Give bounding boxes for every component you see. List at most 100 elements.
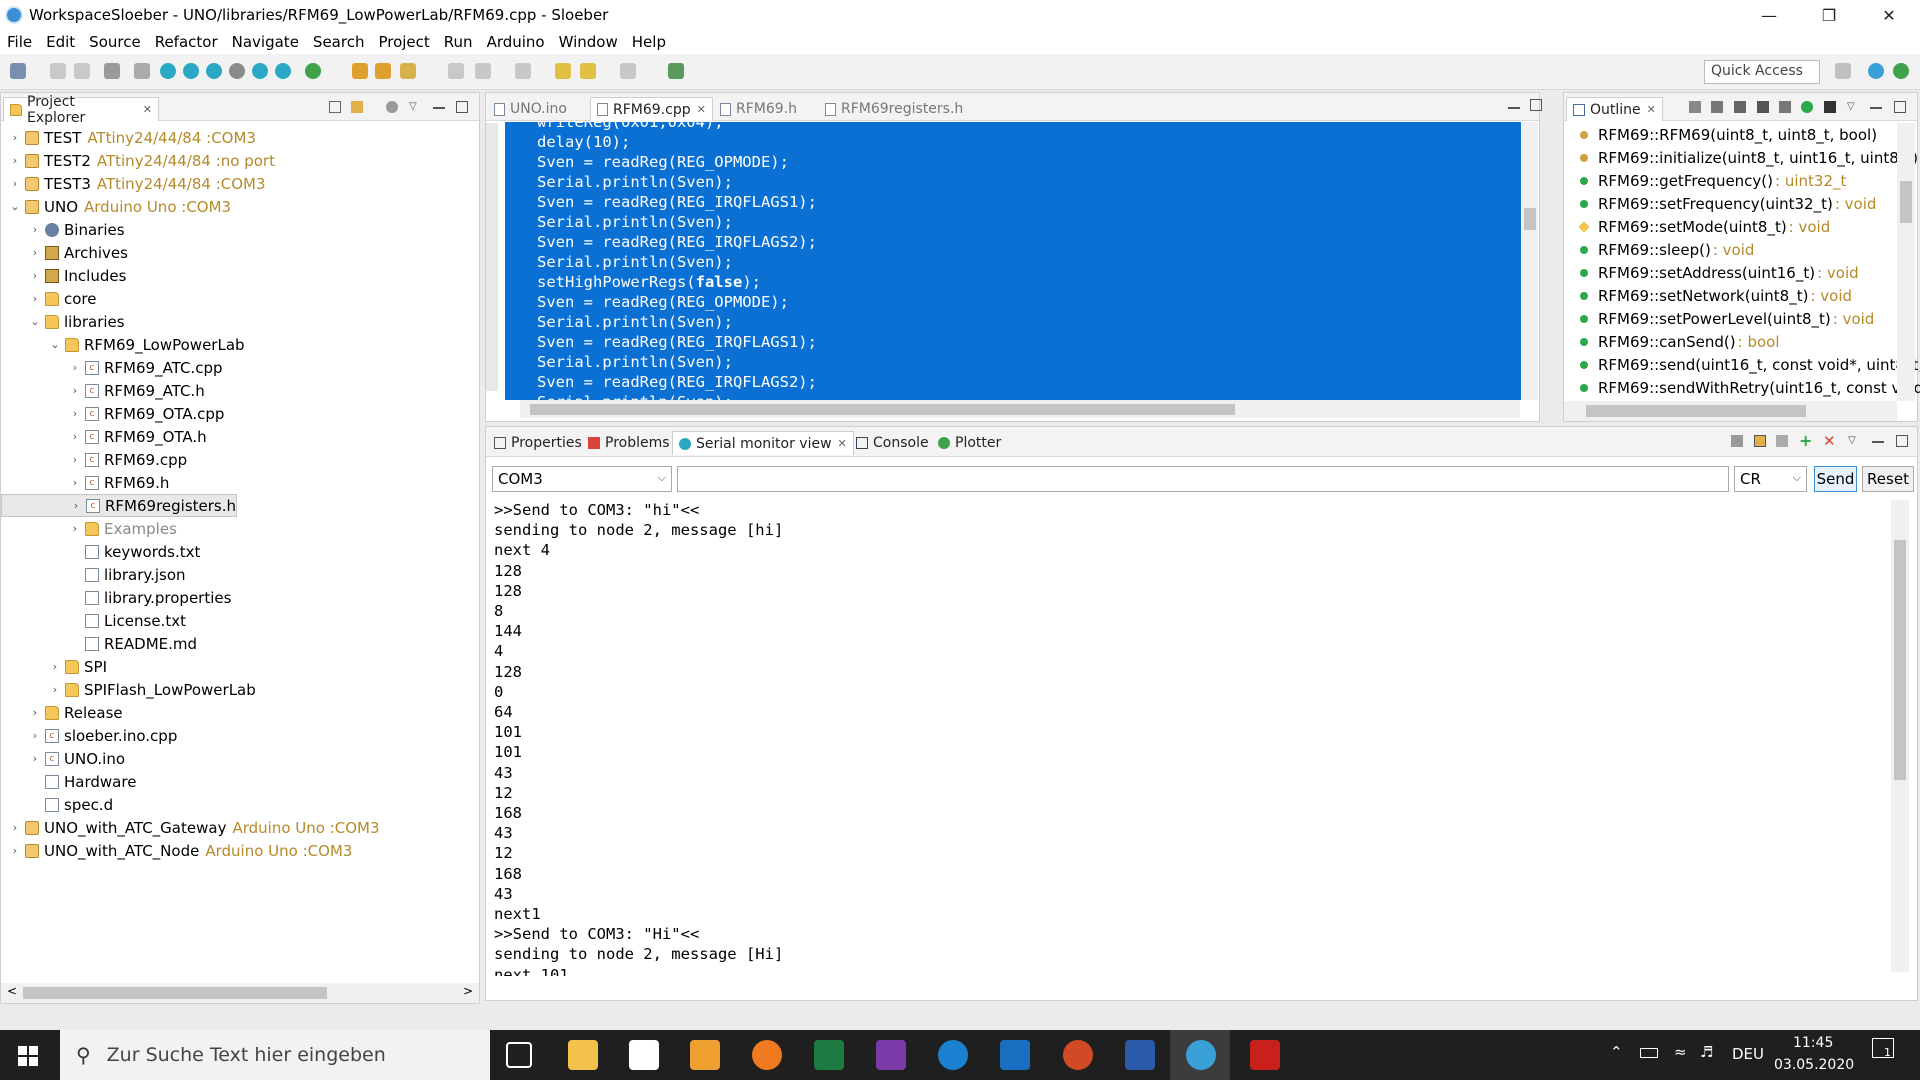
archives-folder[interactable]: › Archives	[1, 241, 128, 264]
view-menu-icon[interactable]: ▽	[1847, 101, 1859, 113]
menu-source[interactable]: Source	[82, 33, 148, 51]
clock-time[interactable]: 11:45	[1793, 1035, 1833, 1051]
save-icon[interactable]	[50, 63, 66, 79]
hide-fields-icon[interactable]	[1711, 101, 1723, 113]
file-readme-md[interactable]: README.md	[1, 632, 197, 655]
spi-folder[interactable]: › SPI	[1, 655, 107, 678]
maximize-view-icon[interactable]	[456, 101, 468, 113]
file-hardware[interactable]: Hardware	[1, 770, 136, 793]
minimize-view-icon[interactable]	[1872, 435, 1884, 443]
release-folder[interactable]: › Release	[1, 701, 123, 724]
examples-folder[interactable]: › Examples	[1, 517, 177, 540]
view-menu-icon[interactable]: ▽	[1848, 435, 1860, 447]
restore-button[interactable]: ❐	[1800, 0, 1858, 30]
spiflash-folder[interactable]: › SPIFlash_LowPowerLab	[1, 678, 256, 701]
tab-properties[interactable]: Properties	[488, 431, 588, 455]
quick-access-field[interactable]: Quick Access	[1704, 60, 1820, 84]
file-rfm69-ota-cpp[interactable]: › c RFM69_OTA.cpp	[1, 402, 225, 425]
onenote-icon[interactable]	[876, 1040, 906, 1070]
save-all-icon[interactable]	[74, 63, 90, 79]
menu-edit[interactable]: Edit	[39, 33, 82, 51]
core-folder[interactable]: › core	[1, 287, 97, 310]
outline-item[interactable]: RFM69::setNetwork(uint8_t): void	[1580, 284, 1852, 307]
sort-icon[interactable]	[1689, 101, 1701, 113]
annotation-icon[interactable]	[448, 63, 464, 79]
upload-icon[interactable]	[183, 63, 199, 79]
outline-hscrollbar[interactable]	[1564, 401, 1897, 421]
battery-icon[interactable]	[1640, 1048, 1658, 1058]
file-uno-ino[interactable]: › c UNO.ino	[1, 747, 125, 770]
tree-hscrollbar[interactable]: < >	[1, 983, 479, 1003]
minimize-button[interactable]: —	[1740, 0, 1798, 30]
debug-perspective-icon[interactable]	[1893, 63, 1909, 79]
tab-serial-monitor[interactable]: Serial monitor view ✕	[672, 431, 854, 455]
open-folder-icon[interactable]	[352, 63, 368, 79]
back-icon[interactable]	[580, 63, 596, 79]
menu-search[interactable]: Search	[306, 33, 372, 51]
debug-icon[interactable]	[305, 63, 321, 79]
file-keywords-txt[interactable]: keywords.txt	[1, 540, 200, 563]
close-button[interactable]: ✕	[1860, 0, 1918, 30]
close-tab-icon[interactable]: ✕	[697, 103, 706, 116]
outline-hscroll-thumb[interactable]	[1586, 405, 1806, 417]
taskbar-search[interactable]: ⚲ Zur Suche Text hier eingeben	[60, 1030, 490, 1080]
pin-editor-icon[interactable]	[668, 63, 684, 79]
chevron-down-icon[interactable]: ⌄	[29, 315, 41, 328]
file-spec-d[interactable]: spec.d	[1, 793, 113, 816]
outline-vscrollbar[interactable]	[1897, 123, 1915, 401]
acrobat-icon[interactable]	[1250, 1040, 1280, 1070]
serial-vscrollbar[interactable]	[1891, 500, 1909, 972]
volume-icon[interactable]: ♬	[1700, 1043, 1713, 1061]
prev-annotation-icon[interactable]	[515, 63, 531, 79]
clear-icon[interactable]	[1731, 435, 1743, 447]
file-library-properties[interactable]: library.properties	[1, 586, 231, 609]
hide-static-icon[interactable]	[1734, 101, 1746, 113]
code-editor[interactable]: writeReg(0x01,0x04); delay(10); Sven = rea…	[505, 122, 1521, 400]
firefox-icon[interactable]	[752, 1040, 782, 1070]
serial-send-input[interactable]	[677, 466, 1729, 492]
sloeber-taskbar-icon[interactable]	[1186, 1040, 1216, 1070]
send-button[interactable]: Send	[1814, 466, 1857, 492]
menu-file[interactable]: File	[0, 33, 39, 51]
tab-rfm69-h[interactable]: RFM69.h	[714, 97, 803, 121]
outline-item[interactable]: RFM69::canSend(): bool	[1580, 330, 1780, 353]
project-uno[interactable]: ⌄ UNO Arduino Uno :COM3	[1, 195, 231, 218]
menu-arduino[interactable]: Arduino	[480, 33, 552, 51]
windows-start-icon[interactable]	[18, 1046, 38, 1066]
tab-project-explorer[interactable]: Project Explorer ✕	[3, 94, 159, 126]
excel-icon[interactable]	[814, 1040, 844, 1070]
outline-item[interactable]: RFM69::getFrequency(): uint32_t	[1580, 169, 1846, 192]
chevron-right-icon[interactable]: ›	[69, 384, 81, 397]
project-test2[interactable]: › TEST2 ATtiny24/44/84 :no port	[1, 149, 275, 172]
chevron-right-icon[interactable]: ›	[29, 269, 41, 282]
pen-icon[interactable]	[400, 63, 416, 79]
outline-item[interactable]: RFM69::setPowerLevel(uint8_t): void	[1580, 307, 1874, 330]
editor-hscroll-thumb[interactable]	[530, 404, 1235, 415]
chevron-right-icon[interactable]: ›	[69, 476, 81, 489]
file-rfm69-ota-h[interactable]: › c RFM69_OTA.h	[1, 425, 207, 448]
outline-item[interactable]: RFM69::setFrequency(uint32_t): void	[1580, 192, 1876, 215]
show-hidden-icons-icon[interactable]: ⌃	[1610, 1043, 1623, 1061]
store-icon[interactable]	[629, 1040, 659, 1070]
tab-rfm69registers-h[interactable]: RFM69registers.h	[819, 97, 969, 121]
line-ending-select[interactable]: CR ⌵	[1734, 466, 1807, 492]
hide-members-icon[interactable]	[1801, 101, 1813, 113]
maximize-view-icon[interactable]	[1894, 101, 1906, 113]
chevron-down-icon[interactable]: ⌄	[9, 200, 21, 213]
port-select[interactable]: COM3 ⌵	[492, 466, 672, 492]
close-tab-icon[interactable]: ✕	[1647, 103, 1656, 116]
close-tab-icon[interactable]: ✕	[838, 437, 847, 450]
project-test3[interactable]: › TEST3 ATtiny24/44/84 :COM3	[1, 172, 266, 195]
media-player-icon[interactable]	[690, 1040, 720, 1070]
chevron-right-icon[interactable]: ›	[69, 522, 81, 535]
chevron-right-icon[interactable]: ›	[69, 407, 81, 420]
minimize-view-icon[interactable]	[1870, 101, 1882, 109]
program-icon[interactable]	[229, 63, 245, 79]
file-license-txt[interactable]: License.txt	[1, 609, 186, 632]
chevron-right-icon[interactable]: ›	[29, 729, 41, 742]
clock-date[interactable]: 03.05.2020	[1774, 1057, 1854, 1073]
print-icon[interactable]	[104, 63, 120, 79]
libraries-folder[interactable]: ⌄ libraries	[1, 310, 124, 333]
chevron-right-icon[interactable]: ›	[69, 453, 81, 466]
build-icon[interactable]	[134, 63, 150, 79]
